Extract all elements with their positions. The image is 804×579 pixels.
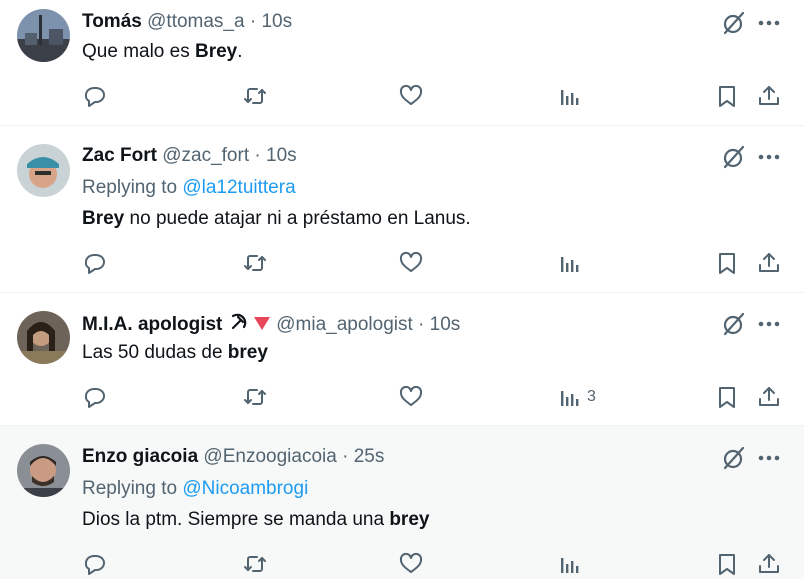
avatar[interactable]: [17, 144, 70, 197]
separator-dot: ·: [254, 145, 261, 166]
replying-to-link[interactable]: @la12tuittera: [182, 177, 295, 198]
like-icon[interactable]: [399, 385, 423, 409]
tweet-text-part: Que malo es: [82, 41, 195, 62]
tweet-text-highlight: Brey: [195, 41, 238, 62]
tweet-text-highlight: Brey: [82, 208, 125, 229]
replying-prefix: Replying to: [82, 177, 183, 198]
bookmark-icon[interactable]: [715, 251, 739, 275]
bookmark-icon[interactable]: [715, 84, 739, 108]
tweet-header: Enzo giacoia @Enzoogiacoia · 25s: [82, 446, 384, 468]
tweet[interactable]: M.I.A. apologist @mia_apologist · 10s La…: [0, 293, 804, 426]
tweet-header: M.I.A. apologist @mia_apologist · 10s: [82, 312, 460, 338]
grok-icon[interactable]: [721, 445, 747, 471]
author-name[interactable]: M.I.A. apologist: [82, 314, 222, 335]
separator-dot: ·: [342, 446, 349, 467]
tweet-text-highlight: brey: [389, 509, 430, 530]
tweet-text-part: Las 50 dudas de: [82, 342, 228, 363]
reply-icon[interactable]: [83, 552, 107, 576]
avatar[interactable]: [17, 9, 70, 62]
share-icon[interactable]: [757, 251, 781, 275]
replying-to-link[interactable]: @Nicoambrogi: [182, 478, 308, 499]
red-triangle-down-icon: [253, 314, 271, 338]
tweet-text: Las 50 dudas de brey: [82, 342, 268, 364]
share-icon[interactable]: [757, 552, 781, 576]
views-icon[interactable]: [558, 385, 582, 409]
bookmark-icon[interactable]: [715, 385, 739, 409]
author-handle[interactable]: @mia_apologist: [276, 314, 413, 335]
tweet-text-part: .: [237, 41, 243, 62]
reply-icon[interactable]: [83, 84, 107, 108]
separator-dot: ·: [249, 11, 257, 32]
retweet-icon[interactable]: [243, 552, 267, 576]
avatar[interactable]: [17, 311, 70, 364]
like-icon[interactable]: [399, 552, 423, 576]
reply-icon[interactable]: [83, 385, 107, 409]
more-icon[interactable]: [756, 311, 782, 337]
more-icon[interactable]: [756, 445, 782, 471]
timestamp[interactable]: 10s: [266, 145, 297, 166]
timestamp[interactable]: 25s: [354, 446, 385, 467]
reply-icon[interactable]: [83, 251, 107, 275]
retweet-icon[interactable]: [243, 84, 267, 108]
views-icon[interactable]: [558, 552, 582, 576]
views-icon[interactable]: [558, 84, 582, 108]
more-icon[interactable]: [756, 10, 782, 36]
tweet-text: Brey no puede atajar ni a préstamo en La…: [82, 208, 471, 230]
author-name[interactable]: Enzo giacoia: [82, 446, 198, 467]
author-handle[interactable]: @Enzoogiacoia: [203, 446, 336, 467]
grok-icon[interactable]: [721, 311, 747, 337]
like-icon[interactable]: [399, 251, 423, 275]
replying-to: Replying to @Nicoambrogi: [82, 478, 308, 500]
like-icon[interactable]: [399, 84, 423, 108]
tweet-text: Que malo es Brey.: [82, 41, 243, 63]
tweet-text-part: Dios la ptm. Siempre se manda una: [82, 509, 390, 530]
author-name[interactable]: Zac Fort: [82, 145, 157, 166]
tweet[interactable]: Enzo giacoia @Enzoogiacoia · 25s Replyin…: [0, 426, 804, 579]
tweet-text-part: no puede atajar ni a préstamo en Lanus.: [124, 208, 471, 229]
views-icon[interactable]: [558, 251, 582, 275]
grok-icon[interactable]: [721, 144, 747, 170]
tweet-text-highlight: brey: [227, 342, 268, 363]
replying-prefix: Replying to: [82, 478, 183, 499]
share-icon[interactable]: [757, 84, 781, 108]
tweet[interactable]: Zac Fort @zac_fort · 10s Replying to @la…: [0, 126, 804, 293]
grok-icon[interactable]: [721, 10, 747, 36]
author-handle[interactable]: @zac_fort: [162, 145, 249, 166]
timestamp[interactable]: 10s: [261, 11, 292, 32]
replying-to: Replying to @la12tuittera: [82, 177, 296, 199]
tweet-text: Dios la ptm. Siempre se manda una brey: [82, 509, 429, 531]
tweet-header: Zac Fort @zac_fort · 10s: [82, 145, 297, 167]
separator-dot: ·: [418, 314, 425, 335]
retweet-icon[interactable]: [243, 385, 267, 409]
timestamp[interactable]: 10s: [430, 314, 461, 335]
avatar[interactable]: [17, 444, 70, 497]
author-handle[interactable]: @ttomas_a: [147, 11, 244, 32]
author-name[interactable]: Tomás: [82, 11, 142, 32]
tweet-header: Tomás @ttomas_a · 10s: [82, 11, 292, 33]
tweet[interactable]: Tomás @ttomas_a · 10s Que malo es Brey.: [0, 0, 804, 126]
more-icon[interactable]: [756, 144, 782, 170]
views-count: 3: [587, 388, 596, 405]
bookmark-icon[interactable]: [715, 552, 739, 576]
hammer-sickle-icon: [228, 312, 248, 338]
retweet-icon[interactable]: [243, 251, 267, 275]
share-icon[interactable]: [757, 385, 781, 409]
